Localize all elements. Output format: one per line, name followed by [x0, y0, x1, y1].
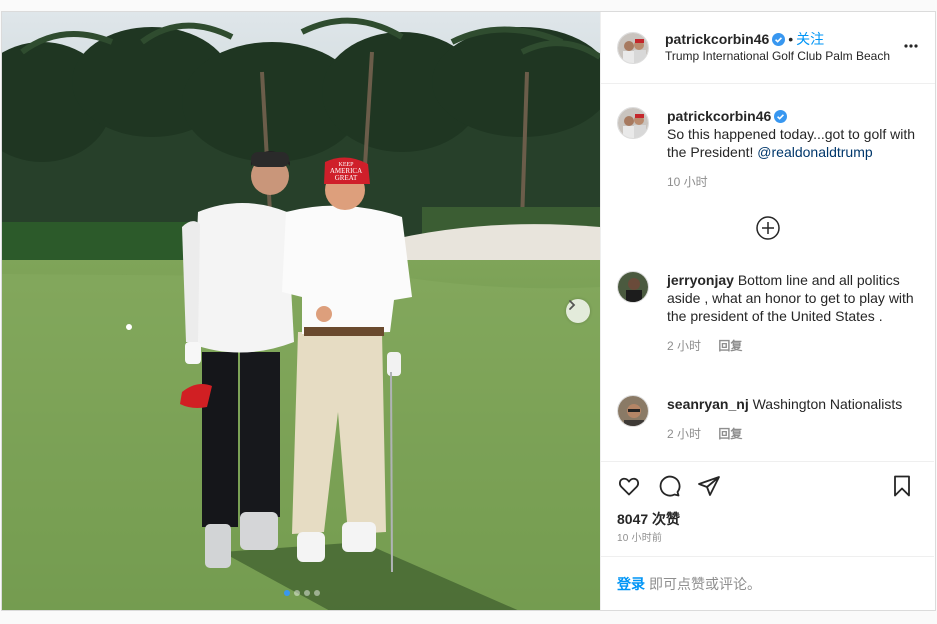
- comment-item: seanryan_nj Washington Nationalists 2 小时…: [617, 395, 917, 443]
- reply-button[interactable]: 回复: [718, 427, 742, 441]
- login-prompt-text: 即可点赞或评论。: [649, 575, 761, 592]
- caption-time: 10 小时: [667, 175, 708, 189]
- heart-icon: [618, 477, 640, 496]
- comment-username[interactable]: jerryonjay: [667, 272, 734, 288]
- caption-username[interactable]: patrickcorbin46: [667, 108, 771, 124]
- load-more-comments-icon[interactable]: [755, 215, 781, 241]
- photo-illustration: KEEP AMERICA GREAT: [2, 12, 600, 610]
- location-link[interactable]: Trump International Golf Club Palm Beach: [665, 48, 890, 65]
- avatar-image: [618, 32, 648, 63]
- comment-text: Washington Nationalists: [752, 396, 903, 412]
- share-icon: [698, 476, 720, 496]
- mention-link[interactable]: @realdonaldtrump: [757, 144, 872, 160]
- reply-button[interactable]: 回复: [718, 339, 742, 353]
- verified-badge-icon: [772, 32, 786, 46]
- share-button[interactable]: [689, 466, 729, 506]
- comment-icon: [659, 475, 681, 497]
- next-photo-button[interactable]: [566, 299, 590, 323]
- carousel-dot: [294, 590, 300, 596]
- login-link[interactable]: 登录: [617, 574, 645, 594]
- hat-text-line3: GREAT: [335, 174, 358, 182]
- follow-button[interactable]: 关注: [796, 31, 824, 47]
- chevron-right-icon: [569, 300, 576, 310]
- action-bar: [601, 462, 934, 510]
- post-actions-area: 8047 次赞 10 小时前: [601, 461, 934, 552]
- post-photo[interactable]: KEEP AMERICA GREAT: [2, 12, 600, 610]
- avatar-image: [618, 396, 648, 426]
- comment-username[interactable]: seanryan_nj: [667, 396, 749, 412]
- avatar[interactable]: [617, 107, 649, 139]
- more-options-icon[interactable]: [903, 38, 919, 54]
- carousel-dot: [304, 590, 310, 596]
- author-username[interactable]: patrickcorbin46: [665, 31, 769, 47]
- like-count[interactable]: 8047 次赞: [601, 510, 934, 532]
- right-golfer: KEEP AMERICA GREAT: [282, 157, 412, 573]
- login-prompt: 登录 即可点赞或评论。: [601, 556, 934, 610]
- header-separator: •: [788, 30, 794, 47]
- comment-time: 2 小时: [667, 427, 702, 441]
- post-header: patrickcorbin46 • 关注 Trump International G…: [601, 12, 935, 84]
- post-timestamp[interactable]: 10 小时前: [601, 532, 934, 552]
- avatar-image: [618, 108, 648, 138]
- like-button[interactable]: [609, 466, 649, 506]
- avatar[interactable]: [617, 271, 649, 303]
- bookmark-icon: [894, 475, 910, 497]
- carousel-dot: [314, 590, 320, 596]
- comment-time: 2 小时: [667, 339, 702, 353]
- avatar[interactable]: [617, 31, 649, 64]
- post-side-panel: patrickcorbin46 • 关注 Trump International G…: [600, 12, 935, 610]
- comments-section: patrickcorbin46 So this happened today..…: [601, 85, 934, 459]
- avatar-image: [618, 272, 648, 302]
- verified-badge-icon: [774, 110, 788, 123]
- comment-button[interactable]: [649, 466, 689, 506]
- save-button[interactable]: [882, 466, 922, 506]
- comment-item: jerryonjay Bottom line and all politics …: [617, 271, 917, 355]
- carousel-dot: [284, 590, 290, 596]
- instagram-post-window: KEEP AMERICA GREAT patrickcorbin46 • 关注 …: [1, 11, 936, 611]
- avatar[interactable]: [617, 395, 649, 427]
- carousel-indicator: [284, 590, 320, 596]
- caption: patrickcorbin46 So this happened today..…: [617, 107, 917, 191]
